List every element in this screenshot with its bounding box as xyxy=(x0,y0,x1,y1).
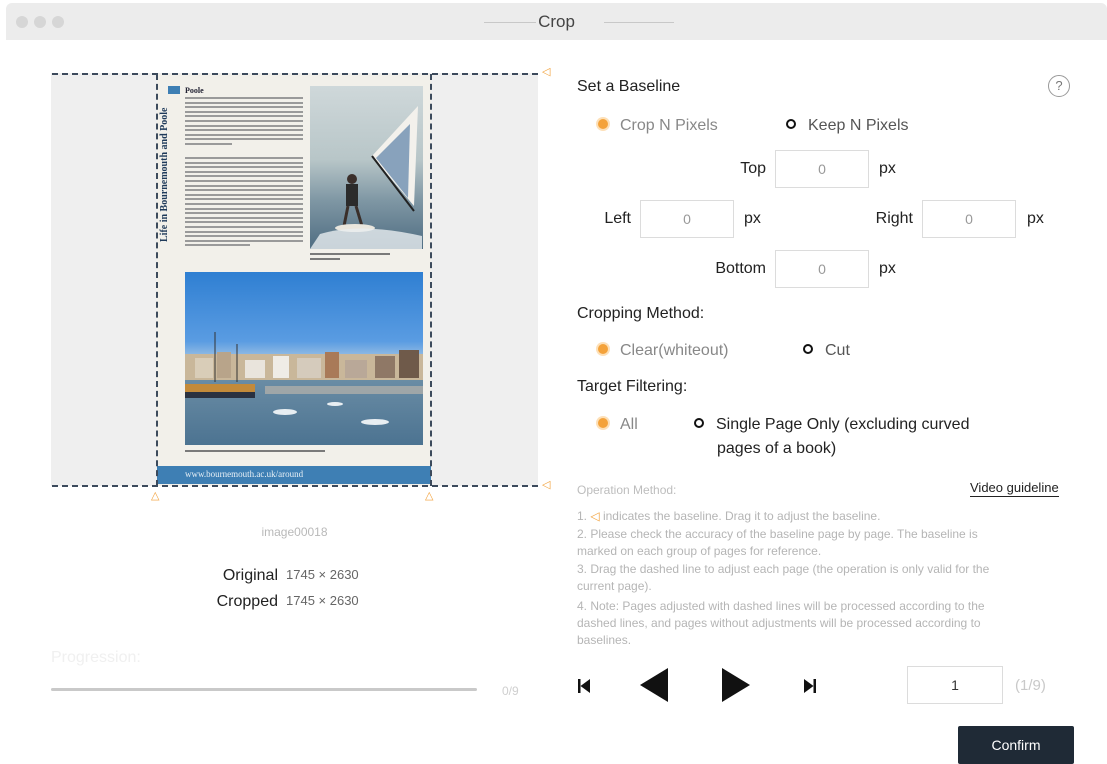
radio-selected-icon xyxy=(598,343,608,354)
page-side-title: Life in Bournemouth and Poole xyxy=(159,107,170,243)
operation-method-heading: Operation Method: xyxy=(577,483,677,497)
operation-step-4-end: baselines. xyxy=(577,633,632,647)
crop-line-bottom[interactable] xyxy=(52,485,538,487)
top-unit: px xyxy=(879,160,896,177)
page-text-block-2 xyxy=(185,157,303,249)
harbor-photo xyxy=(185,272,423,445)
page-text-block-1 xyxy=(185,97,303,148)
help-icon[interactable]: ? xyxy=(1048,75,1070,97)
baseline-bottom-marker-icon[interactable]: ◁ xyxy=(542,480,550,491)
crop-n-pixels-label: Crop N Pixels xyxy=(620,117,718,134)
single-page-label-continued: pages of a book) xyxy=(717,440,837,457)
right-label: Right xyxy=(875,210,913,227)
baseline-left-marker-icon[interactable]: △ xyxy=(151,491,159,502)
original-label: Original xyxy=(222,567,278,584)
title-bar: Crop xyxy=(6,3,1107,40)
bottom-unit: px xyxy=(879,260,896,277)
single-page-label: Single Page Only (excluding curved xyxy=(716,416,970,433)
keep-n-pixels-label: Keep N Pixels xyxy=(808,117,909,134)
harbor-caption xyxy=(185,450,325,452)
operation-step-3: 3. Drag the dashed line to adjust each p… xyxy=(577,562,990,576)
baseline-right-marker-icon[interactable]: △ xyxy=(425,491,433,502)
page-heading: Poole xyxy=(185,86,204,95)
windsurfer-caption-2 xyxy=(310,258,340,260)
page-corner-badge xyxy=(168,86,180,94)
radio-unselected-icon xyxy=(694,417,704,428)
windsurfer-caption xyxy=(310,253,390,255)
image-name: image00018 xyxy=(261,525,328,539)
original-dimensions: 1745 × 2630 xyxy=(286,567,359,582)
clear-whiteout-label: Clear(whiteout) xyxy=(620,342,729,359)
next-page-icon[interactable] xyxy=(722,668,750,706)
progress-bar xyxy=(51,688,477,691)
cropped-dimensions: 1745 × 2630 xyxy=(286,593,359,608)
operation-step-4-cont: dashed lines, and pages without adjustme… xyxy=(577,616,981,630)
page-number-input[interactable]: 1 xyxy=(907,666,1003,704)
progress-label: Progression: xyxy=(51,649,141,666)
operation-step-2: 2. Please check the accuracy of the base… xyxy=(577,527,978,541)
baseline-heading: Set a Baseline xyxy=(577,78,681,95)
cut-label: Cut xyxy=(825,342,850,359)
left-unit: px xyxy=(744,210,761,227)
left-label: Left xyxy=(604,210,631,227)
confirm-button[interactable]: Confirm xyxy=(958,726,1074,764)
all-pages-radio[interactable]: All xyxy=(598,416,638,434)
radio-unselected-icon xyxy=(803,343,813,354)
operation-step-3-cont: current page). xyxy=(577,579,652,593)
bottom-label: Bottom xyxy=(715,260,766,277)
target-filtering-heading: Target Filtering: xyxy=(577,378,688,395)
operation-step-1: 1. ◁ indicates the baseline. Drag it to … xyxy=(577,508,1077,524)
bottom-input[interactable]: 0 xyxy=(775,250,869,288)
step-1-text: indicates the baseline. Drag it to adjus… xyxy=(602,509,881,523)
page-footer-url: www.bournemouth.ac.uk/around xyxy=(185,469,304,479)
radio-selected-icon xyxy=(598,417,608,428)
page-footer-band: www.bournemouth.ac.uk/around xyxy=(157,466,431,484)
operation-step-2-cont: marked on each group of pages for refere… xyxy=(577,544,822,558)
all-pages-label: All xyxy=(620,416,638,433)
previous-page-icon[interactable] xyxy=(640,668,668,706)
baseline-top-marker-icon[interactable]: ◁ xyxy=(542,67,550,78)
right-input[interactable]: 0 xyxy=(922,200,1016,238)
video-guideline-link[interactable]: Video guideline xyxy=(970,480,1059,497)
keep-n-pixels-radio[interactable]: Keep N Pixels xyxy=(786,117,909,135)
windsurfer-photo xyxy=(310,86,423,249)
last-page-icon[interactable] xyxy=(804,679,816,697)
radio-selected-icon xyxy=(598,118,608,129)
top-label: Top xyxy=(740,160,766,177)
radio-unselected-icon xyxy=(786,118,796,129)
cut-radio[interactable]: Cut xyxy=(803,342,850,360)
left-input[interactable]: 0 xyxy=(640,200,734,238)
step-1-number: 1. xyxy=(577,509,588,523)
progress-count: 0/9 xyxy=(502,684,519,698)
right-unit: px xyxy=(1027,210,1044,227)
window-title: Crop xyxy=(538,12,575,31)
baseline-marker-icon: ◁ xyxy=(590,509,600,523)
first-page-icon[interactable] xyxy=(578,679,590,697)
top-input[interactable]: 0 xyxy=(775,150,869,188)
crop-n-pixels-radio[interactable]: Crop N Pixels xyxy=(598,117,718,135)
crop-line-right[interactable] xyxy=(430,74,432,486)
cropped-label: Cropped xyxy=(216,593,278,610)
crop-line-left[interactable] xyxy=(156,74,158,486)
clear-whiteout-radio[interactable]: Clear(whiteout) xyxy=(598,342,728,360)
single-page-radio[interactable]: Single Page Only (excluding curved xyxy=(694,416,969,434)
crop-line-top[interactable] xyxy=(52,73,538,75)
operation-step-4: 4. Note: Pages adjusted with dashed line… xyxy=(577,599,985,613)
page-total: (1/9) xyxy=(1015,677,1046,694)
cropping-method-heading: Cropping Method: xyxy=(577,305,705,322)
